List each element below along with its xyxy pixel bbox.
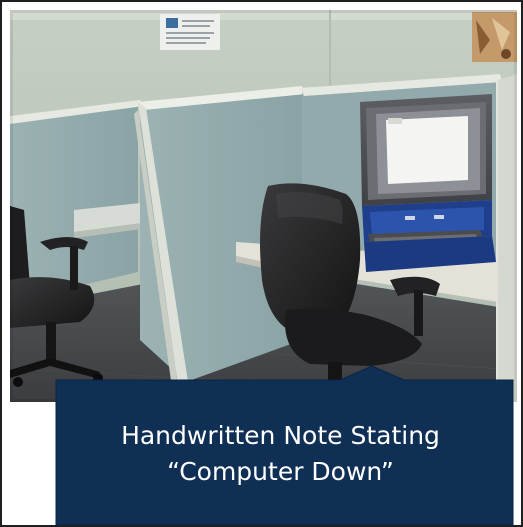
wall-notice <box>160 14 220 50</box>
cubicle-photo <box>10 10 517 402</box>
handwritten-note <box>386 116 468 184</box>
image-frame <box>0 0 523 527</box>
kiosk-computer <box>360 94 496 272</box>
wall-artwork <box>472 12 517 62</box>
